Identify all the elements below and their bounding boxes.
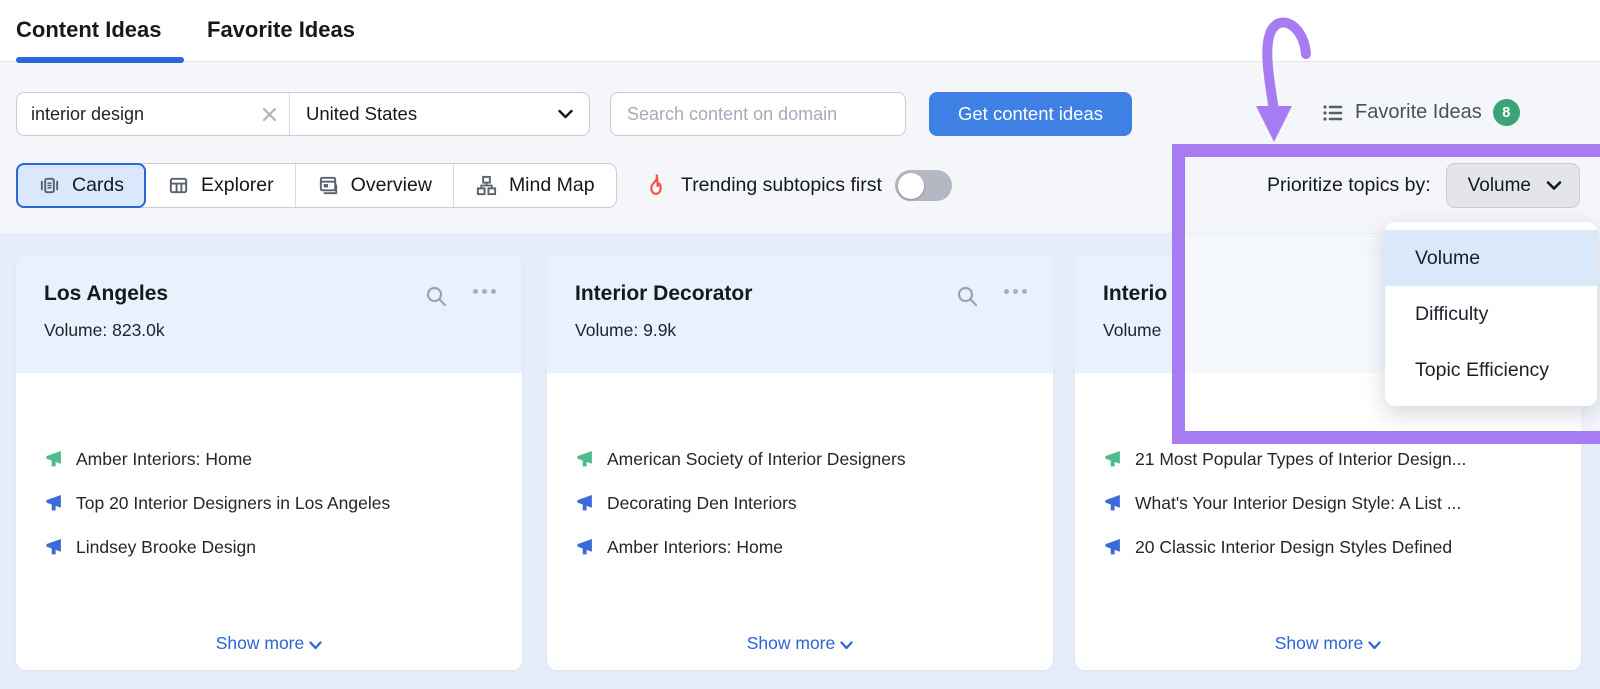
- annotation-box-left-border: [1172, 144, 1185, 444]
- trending-toggle[interactable]: [894, 170, 952, 201]
- get-content-ideas-button[interactable]: Get content ideas: [929, 92, 1132, 136]
- prioritize-dropdown-menu: Volume Difficulty Topic Efficiency: [1385, 222, 1597, 406]
- show-more-link[interactable]: Show more: [16, 633, 522, 654]
- megaphone-icon: [44, 538, 63, 557]
- view-option-label: Mind Map: [508, 174, 595, 196]
- view-option-mind-map[interactable]: Mind Map: [454, 164, 616, 207]
- list-item[interactable]: Decorating Den Interiors: [575, 493, 1025, 514]
- prioritize-label: Prioritize topics by:: [1266, 174, 1431, 196]
- chevron-down-icon: [558, 109, 573, 119]
- list-item-text: Amber Interiors: Home: [607, 537, 784, 557]
- favorite-ideas-label: Favorite Ideas: [1355, 101, 1482, 123]
- active-tab-underline: [16, 57, 184, 63]
- list-item[interactable]: Amber Interiors: Home: [44, 449, 494, 470]
- trending-subtopics-control: Trending subtopics first: [643, 163, 952, 208]
- search-icon[interactable]: [956, 285, 979, 308]
- megaphone-icon: [1103, 450, 1122, 469]
- more-options-icon[interactable]: [1004, 289, 1027, 294]
- view-option-label: Overview: [350, 174, 432, 196]
- list-item-text: 21 Most Popular Types of Interior Design…: [1135, 449, 1467, 469]
- overview-icon: [317, 174, 340, 197]
- view-option-label: Cards: [72, 174, 125, 196]
- view-option-label: Explorer: [201, 174, 274, 196]
- card-item-list: Amber Interiors: Home Top 20 Interior De…: [16, 373, 522, 558]
- annotation-box-bottom-border: [1172, 431, 1600, 444]
- list-item[interactable]: 21 Most Popular Types of Interior Design…: [1103, 449, 1553, 470]
- list-item-text: 20 Classic Interior Design Styles Define…: [1135, 537, 1453, 557]
- list-item-text: Lindsey Brooke Design: [76, 537, 256, 557]
- menu-item-volume[interactable]: Volume: [1385, 230, 1597, 286]
- megaphone-icon: [44, 450, 63, 469]
- list-item-text: Amber Interiors: Home: [76, 449, 253, 469]
- clear-keyword-icon[interactable]: [262, 107, 277, 122]
- topic-card-interior-decorator: Interior Decorator Volume: 9.9k American…: [547, 255, 1053, 670]
- card-item-list: American Society of Interior Designers D…: [547, 373, 1053, 558]
- trending-subtopics-label: Trending subtopics first: [681, 174, 882, 196]
- list-item[interactable]: What's Your Interior Design Style: A Lis…: [1103, 493, 1553, 514]
- tab-bar: Content Ideas Favorite Ideas: [0, 0, 1600, 63]
- tab-favorite-ideas[interactable]: Favorite Ideas: [207, 17, 355, 43]
- mindmap-icon: [475, 174, 498, 197]
- list-item-text: American Society of Interior Designers: [607, 449, 906, 469]
- prioritize-select[interactable]: Volume: [1445, 163, 1580, 208]
- menu-item-topic-efficiency[interactable]: Topic Efficiency: [1385, 342, 1597, 398]
- toggle-knob: [897, 172, 924, 199]
- prioritize-select-value: Volume: [1467, 174, 1531, 196]
- menu-item-difficulty[interactable]: Difficulty: [1385, 286, 1597, 342]
- megaphone-icon: [44, 494, 63, 513]
- view-option-overview[interactable]: Overview: [296, 164, 454, 207]
- view-option-explorer[interactable]: Explorer: [146, 164, 296, 207]
- prioritize-control: Prioritize topics by: Volume: [1267, 163, 1580, 208]
- list-item[interactable]: Top 20 Interior Designers in Los Angeles: [44, 493, 494, 514]
- card-header: Los Angeles Volume: 823.0k: [16, 255, 522, 373]
- list-item[interactable]: 20 Classic Interior Design Styles Define…: [1103, 537, 1553, 558]
- view-option-cards[interactable]: Cards: [16, 163, 147, 208]
- list-item-text: What's Your Interior Design Style: A Lis…: [1135, 493, 1462, 513]
- topic-card-los-angeles: Los Angeles Volume: 823.0k Amber Interio…: [16, 255, 522, 670]
- megaphone-icon: [575, 494, 594, 513]
- list-item[interactable]: Amber Interiors: Home: [575, 537, 1025, 558]
- show-more-link[interactable]: Show more: [1075, 633, 1581, 654]
- megaphone-icon: [1103, 538, 1122, 557]
- show-more-link[interactable]: Show more: [547, 633, 1053, 654]
- favorites-count-badge: 8: [1492, 99, 1520, 126]
- keyword-field-wrap: [17, 93, 290, 135]
- annotation-arrow-icon: [1256, 17, 1311, 142]
- flame-icon: [643, 173, 668, 198]
- list-item[interactable]: Lindsey Brooke Design: [44, 537, 494, 558]
- view-switcher: Cards Explorer Overview Mind Map: [16, 163, 617, 208]
- card-header: Interior Decorator Volume: 9.9k: [547, 255, 1053, 373]
- megaphone-icon: [1103, 494, 1122, 513]
- country-select-value: United States: [306, 103, 418, 124]
- search-icon[interactable]: [425, 285, 448, 308]
- list-item[interactable]: American Society of Interior Designers: [575, 449, 1025, 470]
- more-options-icon[interactable]: [473, 289, 496, 294]
- card-volume: Volume: 9.9k: [575, 320, 677, 340]
- topic-research-page: Content Ideas Favorite Ideas United Stat…: [0, 0, 1600, 689]
- favorite-ideas-link[interactable]: Favorite Ideas 8: [1322, 99, 1520, 126]
- tab-content-ideas[interactable]: Content Ideas: [16, 17, 161, 43]
- card-volume: Volume: 823.0k: [44, 320, 165, 340]
- domain-search-input[interactable]: [610, 92, 906, 136]
- country-select[interactable]: United States: [290, 93, 589, 135]
- keyword-input[interactable]: [31, 103, 262, 125]
- table-icon: [167, 174, 190, 197]
- chevron-down-icon: [1546, 180, 1562, 191]
- megaphone-icon: [575, 538, 594, 557]
- list-item-text: Top 20 Interior Designers in Los Angeles: [76, 493, 391, 513]
- megaphone-icon: [575, 450, 594, 469]
- cards-icon: [38, 174, 61, 197]
- keyword-search-group: United States: [16, 92, 590, 136]
- list-item-text: Decorating Den Interiors: [607, 493, 797, 513]
